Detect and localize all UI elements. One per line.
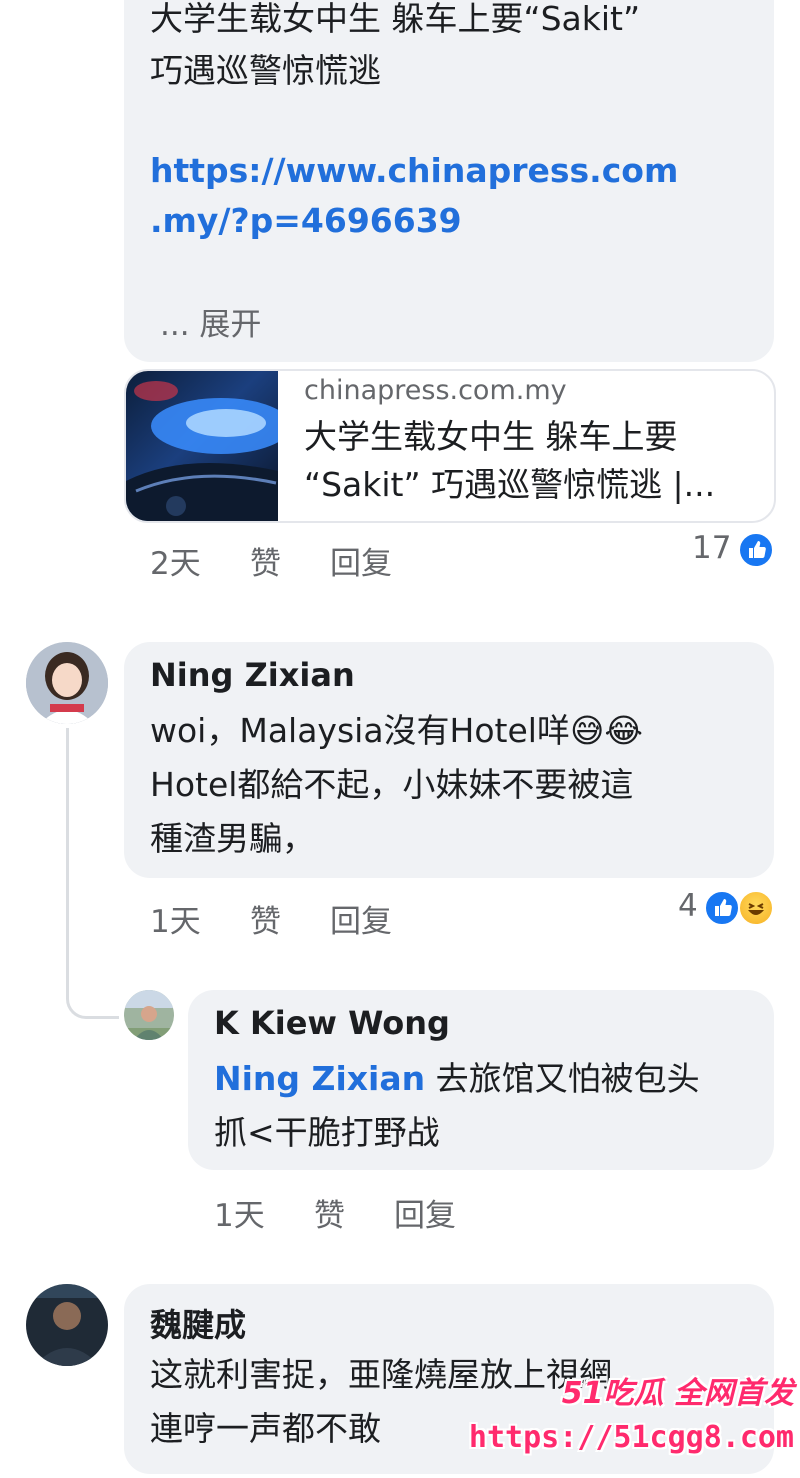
watermark-brand: 51吃瓜 全网首发 bbox=[561, 1376, 794, 1411]
reply-like-button[interactable]: 赞 bbox=[314, 1190, 345, 1235]
reply-text-rest: 去旅馆又怕被包头 bbox=[425, 1059, 700, 1098]
watermark-url: https://51cgg8.com bbox=[468, 1420, 794, 1455]
reply-time: 1天 bbox=[214, 1198, 265, 1234]
reply-reply-button[interactable]: 回复 bbox=[394, 1190, 456, 1235]
haha-reaction-icon bbox=[738, 890, 774, 926]
link-preview-card[interactable]: chinapress.com.my 大学生载女中生 躲车上要 “Sakit” 巧… bbox=[124, 369, 776, 523]
like-reaction-icon bbox=[738, 532, 774, 568]
post-reply-button[interactable]: 回复 bbox=[330, 538, 392, 583]
reply-text-line2: 抓<干脆打野战 bbox=[214, 1113, 440, 1152]
post-link-line1[interactable]: https://www.chinapress.com bbox=[150, 146, 678, 196]
comment-time: 1天 bbox=[150, 904, 201, 940]
comment-author[interactable]: Ning Zixian bbox=[150, 656, 355, 694]
post-text-line2: 巧遇巡警惊慌逃 bbox=[150, 51, 381, 90]
post-time: 2天 bbox=[150, 546, 201, 582]
avatar[interactable] bbox=[26, 642, 108, 724]
reply-text-line1: Ning Zixian 去旅馆又怕被包头 bbox=[214, 1052, 700, 1106]
avatar[interactable] bbox=[124, 990, 174, 1040]
link-card-title: 大学生载女中生 躲车上要 “Sakit” 巧遇巡警惊慌逃 |... bbox=[304, 417, 716, 504]
link-thumbnail bbox=[126, 371, 278, 521]
comment-author[interactable]: 魏腱成 bbox=[150, 1300, 246, 1346]
comment-text-line1: woi，Malaysia沒有Hotel咩😅😂 bbox=[150, 711, 643, 750]
avatar[interactable] bbox=[26, 1284, 108, 1366]
comment-text-line3: 種渣男騙， bbox=[150, 819, 315, 858]
mention-link[interactable]: Ning Zixian bbox=[214, 1059, 425, 1098]
comment-like-button[interactable]: 赞 bbox=[250, 896, 281, 941]
see-more-button[interactable]: ... 展开 bbox=[160, 300, 261, 350]
comment-reply-button[interactable]: 回复 bbox=[330, 896, 392, 941]
like-reaction-icon bbox=[704, 890, 740, 926]
link-card-domain: chinapress.com.my bbox=[304, 375, 567, 406]
post-text-line1: 大学生载女中生 躲车上要“Sakit” bbox=[150, 0, 641, 38]
post-like-button[interactable]: 赞 bbox=[250, 538, 281, 583]
reply-author[interactable]: K Kiew Wong bbox=[214, 1004, 450, 1042]
post-link-line2[interactable]: .my/?p=4696639 bbox=[150, 196, 462, 246]
site-watermark: 51吃瓜 全网首发 https://51cgg8.com bbox=[469, 1368, 800, 1478]
comment-text-line2: 連哼一声都不敢 bbox=[150, 1409, 381, 1448]
comment-text-line2: Hotel都給不起，小妹妹不要被這 bbox=[150, 765, 634, 804]
post-reaction-count[interactable]: 17 bbox=[692, 530, 731, 566]
comment-reaction-count[interactable]: 4 bbox=[678, 888, 698, 924]
thread-connector bbox=[66, 728, 119, 1019]
